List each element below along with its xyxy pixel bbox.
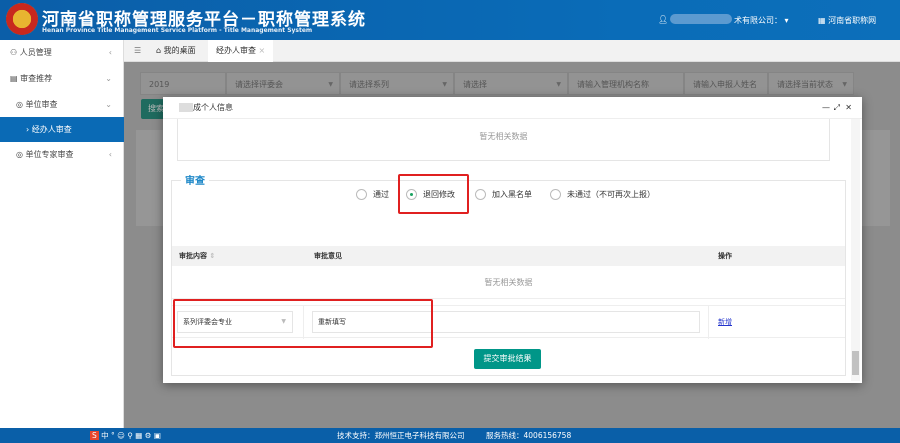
scrollbar-thumb[interactable]	[852, 351, 859, 375]
document-icon: ▤	[10, 74, 21, 83]
emblem-logo	[6, 3, 38, 35]
radio-fail[interactable]: 未通过（不可再次上报）	[550, 189, 655, 200]
year-select[interactable]: 2019	[140, 72, 226, 95]
user-icon: 👤︎	[658, 15, 669, 24]
ime-toolbar[interactable]: S 中 ° ☺ ⚲ ▦ ⚙ ▣	[90, 428, 161, 443]
highlight-annotation	[398, 174, 469, 214]
status-select[interactable]: 请选择当前状态 ▼	[768, 72, 854, 95]
add-link[interactable]: 新增	[718, 317, 732, 327]
user-icon: ⚇	[10, 48, 20, 57]
column-header-opinion: 审批意见	[314, 252, 342, 260]
tech-support-text: 技术支持：郑州恒正电子科技有限公司	[337, 431, 465, 440]
tab-bar: ☰ ⌂ 我的桌面 经办人审查 ×	[124, 40, 900, 62]
table-empty-row: 暂无相关数据	[172, 266, 845, 299]
minimize-icon[interactable]: —	[822, 97, 830, 119]
generic-select[interactable]: 请选择 ▼	[454, 72, 568, 95]
column-header-action: 操作	[718, 252, 732, 260]
dialog-title-bar: 成个人信息 — ⤢ ✕	[163, 97, 862, 119]
chevron-left-icon: ‹	[108, 48, 112, 57]
sort-icon: ⇕	[209, 252, 216, 260]
column-header-content[interactable]: 审批内容 ⇕	[179, 246, 215, 266]
hotline-text: 服务热线：4006156758	[486, 431, 572, 440]
close-icon[interactable]: ✕	[845, 97, 852, 119]
submit-review-button[interactable]: 提交审批结果	[474, 349, 541, 369]
committee-select[interactable]: 请选择评委会 ▼	[226, 72, 340, 95]
radio-blacklist[interactable]: 加入黑名单	[475, 189, 532, 200]
circle-icon: ◎	[16, 100, 26, 109]
maximize-icon[interactable]: ⤢	[834, 97, 840, 119]
sidebar-item-unit-review[interactable]: ◎ 单位审查 ⌄	[0, 92, 124, 117]
section-title: 审查	[181, 172, 209, 187]
site-link[interactable]: ▦ 河南省职称网	[818, 15, 876, 26]
sidebar-item-review[interactable]: ▤ 审查推荐 ⌄	[0, 66, 124, 91]
chevron-left-icon: ‹	[108, 150, 112, 159]
top-empty-section: 暂无相关数据	[177, 119, 830, 161]
chevron-down-icon: ⌄	[105, 74, 112, 83]
tab-handler-review[interactable]: 经办人审查 ×	[208, 40, 274, 62]
scrollbar[interactable]	[851, 119, 860, 381]
chevron-down-icon: ⌄	[105, 100, 112, 109]
user-menu[interactable]: 术有限公司： ▾	[734, 15, 789, 26]
highlight-annotation	[173, 299, 433, 348]
footer: S 中 ° ☺ ⚲ ▦ ⚙ ▣ 技术支持：郑州恒正电子科技有限公司 服务热线：4…	[0, 428, 900, 443]
menu-toggle-icon[interactable]: ☰	[126, 40, 149, 62]
table-header: 审批内容 ⇕ 审批意见 操作	[172, 246, 845, 266]
sidebar-item-personnel[interactable]: ⚇ 人员管理 ‹	[0, 40, 124, 65]
review-dialog: 成个人信息 — ⤢ ✕ 暂无相关数据 审查 通过 退回修改 加入黑名单 未通过（…	[163, 97, 862, 383]
sidebar-item-expert-review[interactable]: ◎ 单位专家审查 ‹	[0, 142, 124, 167]
close-icon[interactable]: ×	[259, 46, 266, 55]
app-subtitle: Henan Province Title Management Service …	[42, 27, 313, 34]
applicant-name-input[interactable]: 请输入申报人姓名	[684, 72, 768, 95]
user-name-blurred	[670, 14, 732, 24]
sidebar-item-handler-review[interactable]: › 经办人审查	[0, 117, 124, 142]
sidebar: ⚇ 人员管理 ‹ ▤ 审查推荐 ⌄ ◎ 单位审查 ⌄ › 经办人审查 ◎ 单位专家审查…	[0, 40, 124, 428]
home-icon: ⌂	[156, 46, 164, 55]
tab-desktop[interactable]: ⌂ 我的桌面	[148, 40, 204, 62]
circle-icon: ◎	[16, 150, 26, 159]
org-name-input[interactable]: 请输入管理机构名称	[568, 72, 684, 95]
header: 河南省职称管理服务平台－职称管理系统 Henan Province Title …	[0, 0, 900, 40]
series-select[interactable]: 请选择系列 ▼	[340, 72, 454, 95]
radio-pass[interactable]: 通过	[356, 189, 389, 200]
